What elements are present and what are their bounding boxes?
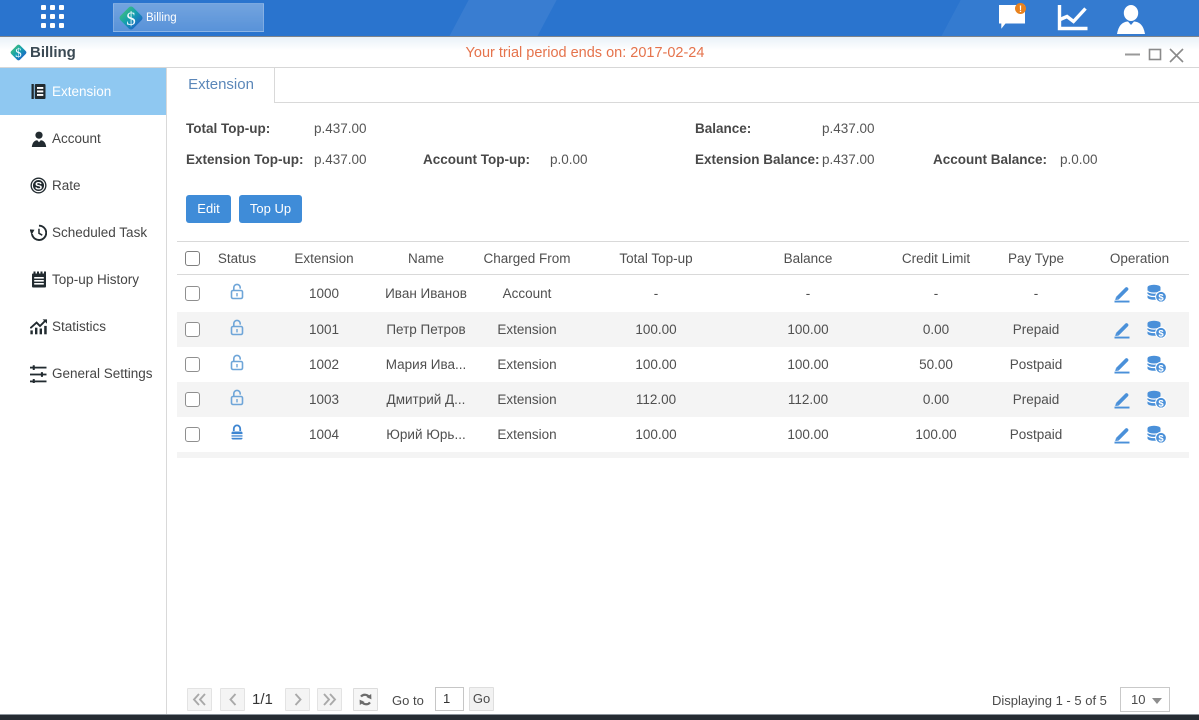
svg-text:$: $ (126, 9, 136, 30)
svg-text:$: $ (1158, 433, 1164, 444)
svg-text:!: ! (1019, 4, 1022, 14)
svg-text:$: $ (1158, 363, 1164, 374)
svg-text:$: $ (1158, 292, 1164, 303)
svg-text:$: $ (1158, 328, 1164, 339)
svg-text:$: $ (1158, 398, 1164, 409)
svg-text:S: S (35, 181, 42, 193)
